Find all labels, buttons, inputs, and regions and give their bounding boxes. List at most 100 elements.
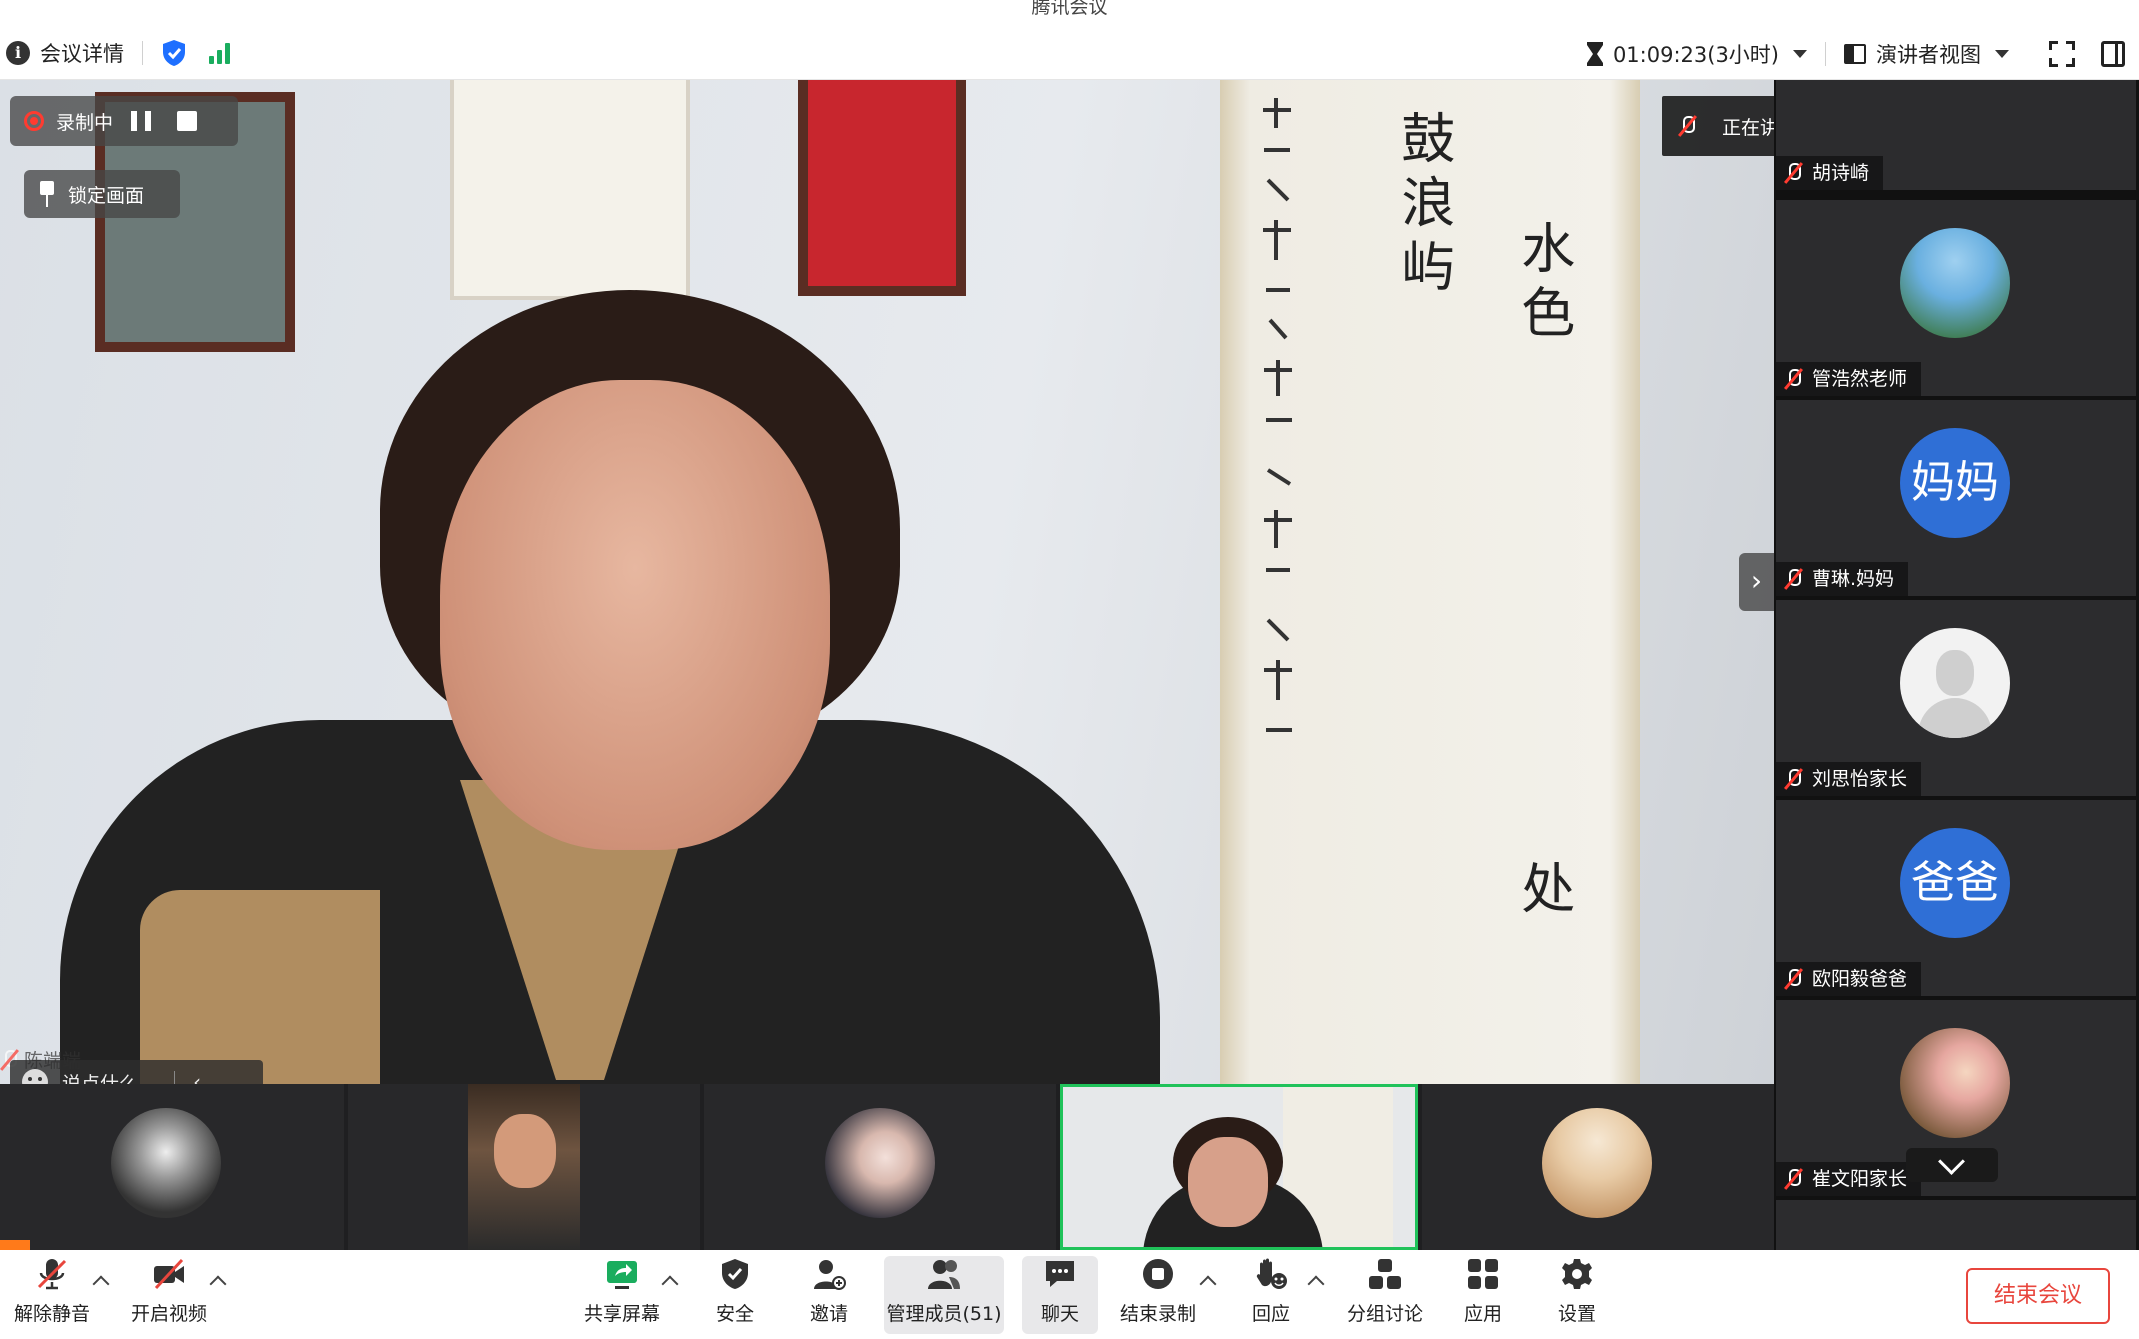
bottom-toolbar: 解除静音 开启视频 共享屏幕 安全 邀请 管理成员(51) 聊天 结束录制 回应… [0,1250,2139,1339]
side-participant-tile[interactable]: 爸爸 欧阳毅爸爸 [1776,800,2136,996]
text-avatar: 爸爸 [1900,828,2010,938]
hand-raise-icon [1256,1258,1287,1289]
breakout-icon [1369,1259,1401,1289]
side-participant-tile[interactable]: 胡诗崎 [1776,80,2136,190]
calligraphy-column-2: 水色 [1511,220,1575,348]
security-label: 安全 [715,1303,754,1325]
recording-dot-icon [24,111,44,131]
participant-name: 欧阳毅爸爸 [1812,968,1908,990]
participant-name-tag: 崔文阳家长 [1776,1162,1922,1196]
calligraphy-column-1: 鼓浪屿 [1391,110,1455,302]
side-participant-tile[interactable] [1776,1200,2136,1250]
participant-face [494,1114,556,1188]
participant-name-tag: 胡诗崎 [1776,156,1884,190]
breakout-label: 分组讨论 [1346,1303,1423,1325]
meeting-details-link[interactable]: 会议详情 [40,38,124,68]
side-participant-tile[interactable]: 管浩然老师 [1776,200,2136,396]
reactions-button[interactable]: 回应 [1236,1256,1306,1334]
view-mode-selector[interactable]: 演讲者视图 [1876,39,1981,69]
fullscreen-icon[interactable] [2049,40,2075,67]
mic-off-icon [1784,568,1802,590]
participant-name-tag: 欧阳毅爸爸 [1776,962,1922,996]
pause-recording-button[interactable] [131,111,152,131]
invite-label: 邀请 [809,1303,848,1325]
topbar-right: 01:09:23(3小时) 演讲者视图 [1585,27,2139,80]
gallery-tile-active[interactable] [1060,1084,1418,1250]
apps-label: 应用 [1463,1303,1502,1325]
mic-off-icon [1784,968,1802,990]
gear-icon [1562,1259,1592,1289]
expand-sidebar-button[interactable]: › [1739,553,1774,611]
side-participant-tile[interactable]: 妈妈 曹琳.妈妈 [1776,400,2136,596]
chat-button[interactable]: 聊天 [1022,1256,1098,1334]
participant-sidebar: 胡诗崎 管浩然老师 妈妈 曹琳.妈妈 刘思怡家长 爸爸 欧阳毅爸爸 崔文阳家长 [1774,80,2139,1250]
pin-icon [38,181,56,207]
info-icon[interactable]: i [6,41,30,65]
sidebar-toggle-icon[interactable] [2101,40,2125,67]
gallery-tile[interactable] [1422,1084,1774,1250]
security-button[interactable]: 安全 [700,1256,770,1334]
participant-name-tag: 刘思怡家长 [1776,762,1922,796]
lock-view-button[interactable]: 锁定画面 [24,170,180,218]
calligraphy-scroll: 鼓浪屿 水色 处 [1220,80,1640,1084]
manage-members-button[interactable]: 管理成员(51) [884,1256,1004,1334]
participant-name: 曹琳.妈妈 [1812,568,1895,590]
wall-frame-calligraphy [450,80,690,300]
share-screen-label: 共享屏幕 [583,1303,660,1325]
meeting-info-group: i 会议详情 [0,38,230,68]
share-screen-button[interactable]: 共享屏幕 [576,1256,668,1334]
text-avatar: 妈妈 [1900,428,2010,538]
settings-label: 设置 [1557,1303,1596,1325]
end-recording-label: 结束录制 [1119,1303,1196,1325]
participant-name-tag: 管浩然老师 [1776,362,1922,396]
recording-indicator: 录制中 [10,96,238,146]
settings-button[interactable]: 设置 [1542,1256,1612,1334]
apps-button[interactable]: 应用 [1448,1256,1518,1334]
shield-icon [722,1259,748,1289]
share-screen-icon [607,1261,637,1289]
divider [1825,41,1826,66]
participant-avatar [1542,1108,1652,1218]
calligraphy-column-3: 处 [1511,860,1575,924]
participant-avatar [111,1108,221,1218]
participant-avatar [1900,1028,2010,1138]
unmute-button[interactable]: 解除静音 [8,1256,96,1334]
gallery-tile[interactable] [0,1084,344,1250]
breakout-rooms-button[interactable]: 分组讨论 [1340,1256,1430,1334]
main-speaker-video[interactable]: 鼓浪屿 水色 处 [0,80,1774,1084]
chevron-down-icon[interactable] [1995,49,2009,58]
thumbnail-face [1188,1137,1268,1227]
mic-off-icon [1784,1168,1802,1190]
stop-recording-button[interactable] [177,111,198,131]
start-video-label: 开启视频 [130,1303,207,1325]
chevron-up-icon[interactable] [1307,1275,1325,1293]
camera-off-icon [154,1258,184,1290]
network-signal-icon[interactable] [209,42,230,64]
scroll-down-button[interactable] [1906,1148,1998,1182]
hourglass-icon [1586,41,1603,66]
window-title: 腾讯会议 [0,0,2139,27]
end-recording-button[interactable]: 结束录制 [1114,1256,1202,1334]
volume-indicator [0,1240,30,1250]
stop-record-icon [1143,1259,1173,1289]
chevron-up-icon[interactable] [1199,1275,1217,1293]
participant-name: 崔文阳家长 [1812,1168,1908,1190]
side-participant-tile[interactable]: 刘思怡家长 [1776,600,2136,796]
default-avatar-icon [1900,628,2010,738]
security-shield-icon[interactable] [161,39,187,67]
recording-label: 录制中 [56,111,114,134]
mic-off-icon [1784,368,1802,390]
gallery-tile[interactable] [348,1084,700,1250]
gallery-tile[interactable] [704,1084,1056,1250]
start-video-button[interactable]: 开启视频 [124,1256,214,1334]
end-meeting-button[interactable]: 结束会议 [1966,1268,2110,1324]
unmute-label: 解除静音 [13,1303,90,1325]
layout-view-icon[interactable] [1844,43,1866,64]
manage-members-label: 管理成员(51) [886,1303,1002,1325]
speaker-face [440,380,830,850]
mic-off-icon [1784,768,1802,790]
mic-off-icon [1784,162,1802,184]
invite-button[interactable]: 邀请 [794,1256,864,1334]
chevron-down-icon[interactable] [1793,49,1807,58]
apps-grid-icon [1468,1259,1498,1289]
